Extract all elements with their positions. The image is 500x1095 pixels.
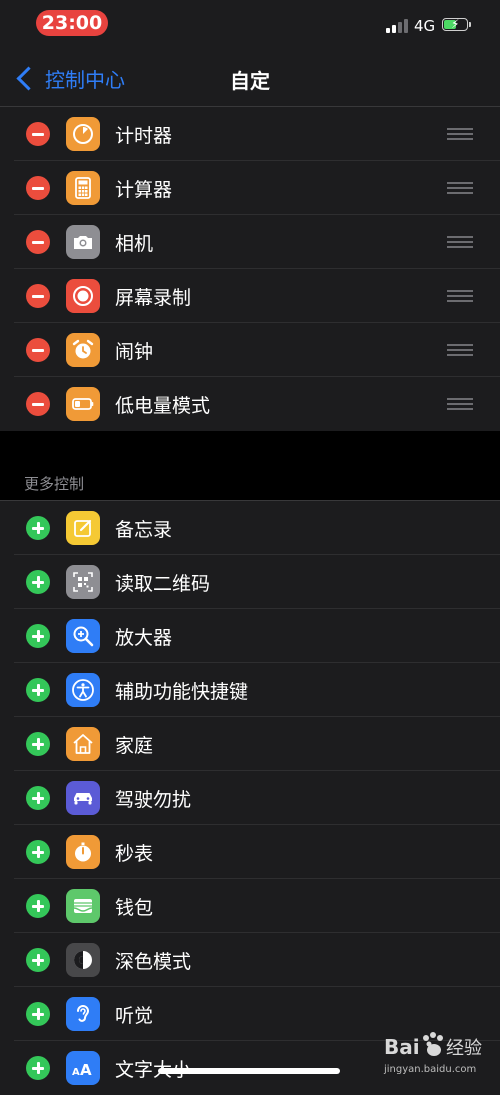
- status-bar: 23:00 4G ⚡: [0, 0, 500, 50]
- available-control-row[interactable]: 读取二维码: [0, 555, 500, 609]
- more-controls-list: 备忘录 读取二维码 放大器 辅助功能快捷键 家庭 驾驶勿扰 秒表 钱包 深色模式 听觉 A A 文字大小: [0, 501, 500, 1095]
- included-control-row[interactable]: 相机: [0, 215, 500, 269]
- available-control-row[interactable]: 备忘录: [0, 501, 500, 555]
- available-control-row[interactable]: 钱包: [0, 879, 500, 933]
- svg-text:Bai: Bai: [384, 1035, 420, 1059]
- navigation-bar: 控制中心 自定: [0, 50, 500, 107]
- add-control-button[interactable]: [26, 624, 50, 648]
- screen-record-icon: [66, 279, 100, 313]
- text-size-icon: AA: [66, 1051, 100, 1085]
- control-label: 听觉: [115, 1005, 154, 1027]
- included-controls-list: 计时器计算器相机屏幕录制闹钟低电量模式: [0, 107, 500, 431]
- home-indicator: [158, 1068, 340, 1074]
- control-label: 相机: [115, 233, 154, 255]
- available-control-row[interactable]: 放大器: [0, 609, 500, 663]
- included-control-row[interactable]: 屏幕录制: [0, 269, 500, 323]
- remove-control-button[interactable]: [26, 392, 50, 416]
- accessibility-icon: [66, 673, 100, 707]
- add-control-button[interactable]: [26, 948, 50, 972]
- add-control-button[interactable]: [26, 894, 50, 918]
- add-control-button[interactable]: [26, 1002, 50, 1026]
- svg-text:A: A: [80, 1061, 92, 1079]
- hearing-icon: [66, 997, 100, 1031]
- timer-icon: [66, 117, 100, 151]
- wallet-icon: [66, 889, 100, 923]
- add-control-button[interactable]: [26, 732, 50, 756]
- available-control-row[interactable]: 深色模式: [0, 933, 500, 987]
- control-label: 屏幕录制: [115, 287, 192, 309]
- control-label: 读取二维码: [115, 573, 211, 595]
- included-control-row[interactable]: 计时器: [0, 107, 500, 161]
- stopwatch-icon: [66, 835, 100, 869]
- baidu-watermark: Bai 经验 jingyan.baidu.com: [382, 1026, 494, 1078]
- add-control-button[interactable]: [26, 678, 50, 702]
- remove-control-button[interactable]: [26, 230, 50, 254]
- low-power-icon: [66, 387, 100, 421]
- reorder-handle-icon[interactable]: [447, 180, 473, 196]
- available-control-row[interactable]: 辅助功能快捷键: [0, 663, 500, 717]
- available-control-row[interactable]: 家庭: [0, 717, 500, 771]
- reorder-handle-icon[interactable]: [447, 396, 473, 412]
- add-control-button[interactable]: [26, 1056, 50, 1080]
- network-type: 4G: [414, 17, 436, 35]
- control-label: 驾驶勿扰: [115, 789, 192, 811]
- svg-text:经验: 经验: [446, 1038, 482, 1059]
- cellular-signal-icon: [386, 19, 410, 33]
- home-icon: [66, 727, 100, 761]
- control-label: 钱包: [115, 897, 154, 919]
- reorder-handle-icon[interactable]: [447, 288, 473, 304]
- remove-control-button[interactable]: [26, 176, 50, 200]
- control-label: 闹钟: [115, 341, 154, 363]
- reorder-handle-icon[interactable]: [447, 126, 473, 142]
- control-label: 辅助功能快捷键: [115, 681, 249, 703]
- status-time: 23:00: [36, 10, 108, 36]
- remove-control-button[interactable]: [26, 338, 50, 362]
- page-title: 自定: [230, 69, 270, 93]
- included-control-row[interactable]: 闹钟: [0, 323, 500, 377]
- svg-text:jingyan.baidu.com: jingyan.baidu.com: [383, 1064, 476, 1075]
- add-control-button[interactable]: [26, 840, 50, 864]
- included-control-row[interactable]: 低电量模式: [0, 377, 500, 431]
- available-control-row[interactable]: 秒表: [0, 825, 500, 879]
- add-control-button[interactable]: [26, 516, 50, 540]
- car-icon: [66, 781, 100, 815]
- control-label: 计算器: [115, 179, 173, 201]
- dark-mode-icon: [66, 943, 100, 977]
- add-control-button[interactable]: [26, 786, 50, 810]
- magnifier-icon: [66, 619, 100, 653]
- available-control-row[interactable]: 驾驶勿扰: [0, 771, 500, 825]
- svg-text:A: A: [72, 1067, 80, 1078]
- included-control-row[interactable]: 计算器: [0, 161, 500, 215]
- alarm-icon: [66, 333, 100, 367]
- section-header-more-controls: 更多控制: [24, 475, 85, 493]
- reorder-handle-icon[interactable]: [447, 342, 473, 358]
- control-label: 计时器: [115, 125, 173, 147]
- remove-control-button[interactable]: [26, 122, 50, 146]
- control-label: 深色模式: [115, 951, 192, 973]
- add-control-button[interactable]: [26, 570, 50, 594]
- reorder-handle-icon[interactable]: [447, 234, 473, 250]
- calculator-icon: [66, 171, 100, 205]
- control-label: 放大器: [115, 627, 173, 649]
- control-label: 家庭: [115, 735, 154, 757]
- battery-icon: ⚡: [442, 17, 468, 31]
- camera-icon: [66, 225, 100, 259]
- notes-icon: [66, 511, 100, 545]
- qr-code-icon: [66, 565, 100, 599]
- remove-control-button[interactable]: [26, 284, 50, 308]
- control-label: 备忘录: [115, 519, 173, 541]
- control-label: 低电量模式: [115, 395, 211, 417]
- control-label: 秒表: [115, 843, 154, 865]
